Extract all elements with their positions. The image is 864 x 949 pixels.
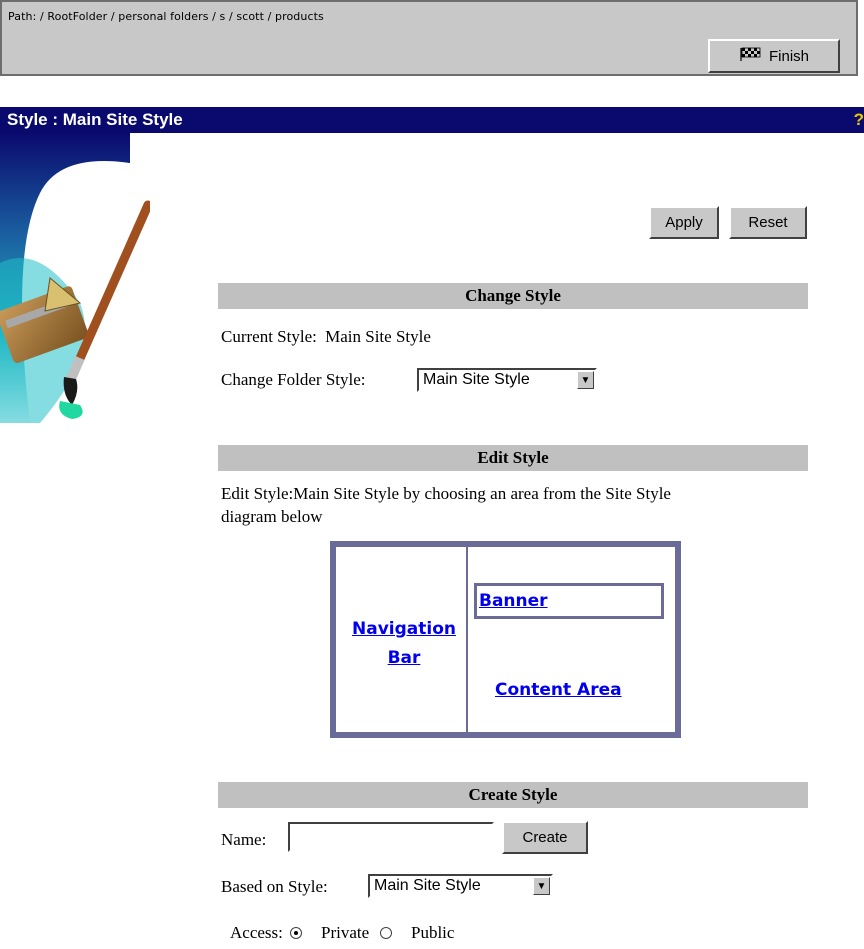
page-title: Style : Main Site Style [7,110,183,129]
change-folder-style-label: Change Folder Style: [221,370,366,389]
diagram-divider [466,547,468,732]
folder-style-select[interactable]: Main Site Style ▼ [417,368,597,392]
reset-button[interactable]: Reset [729,206,807,239]
based-on-style-select[interactable]: Main Site Style ▼ [368,874,553,898]
private-label: Private [321,923,370,942]
name-label: Name: [221,830,267,849]
based-on-style-select-value: Main Site Style [374,877,481,894]
navigation-bar-link[interactable]: Navigation Bar [352,619,456,668]
public-radio[interactable] [380,927,392,939]
help-icon[interactable]: ? [854,110,864,130]
edit-style-header: Edit Style [218,445,808,471]
access-label: Access: [230,923,283,942]
current-style-value: Main Site Style [325,327,431,346]
edit-style-desc-line2: diagram below [221,507,323,526]
navigation-bar-area: Navigation Bar [344,615,464,673]
style-name-input[interactable] [288,822,494,852]
nav-line1: Navigation [352,619,456,639]
checkered-flag-icon [739,46,761,66]
letter-a-large: a [70,195,106,267]
folder-style-select-value: Main Site Style [423,371,530,388]
public-label: Public [411,923,455,942]
create-button[interactable]: Create [502,821,588,854]
chevron-down-icon[interactable]: ▼ [577,371,594,389]
based-on-style-label: Based on Style: [221,877,328,896]
create-style-header: Create Style [218,782,808,808]
change-style-header: Change Style [218,283,808,309]
style-illustration: A a [0,133,153,423]
finish-label: Finish [768,47,809,65]
content-area-link[interactable]: Content Area [495,680,622,700]
site-style-diagram: Navigation Bar Banner Content Area [330,541,681,738]
current-style-label: Current Style: [221,327,317,346]
nav-line2: Bar [387,648,421,668]
banner-link[interactable]: Banner [479,591,548,611]
title-bar: Style : Main Site Style ? [0,107,864,133]
letter-a-small: A [40,219,66,259]
apply-button[interactable]: Apply [649,206,719,239]
finish-button[interactable]: Finish [708,39,840,73]
edit-style-desc-line1: Edit Style:Main Site Style by choosing a… [221,484,671,503]
current-style-text: Current Style: Main Site Style [221,327,431,347]
banner-area: Banner [474,583,664,619]
chevron-down-icon[interactable]: ▼ [533,877,550,895]
style-palette-brush-icon: A a [0,133,153,423]
private-radio[interactable] [290,927,302,939]
breadcrumb: Path: / RootFolder / personal folders / … [8,10,324,23]
path-bar: Path: / RootFolder / personal folders / … [0,0,858,76]
